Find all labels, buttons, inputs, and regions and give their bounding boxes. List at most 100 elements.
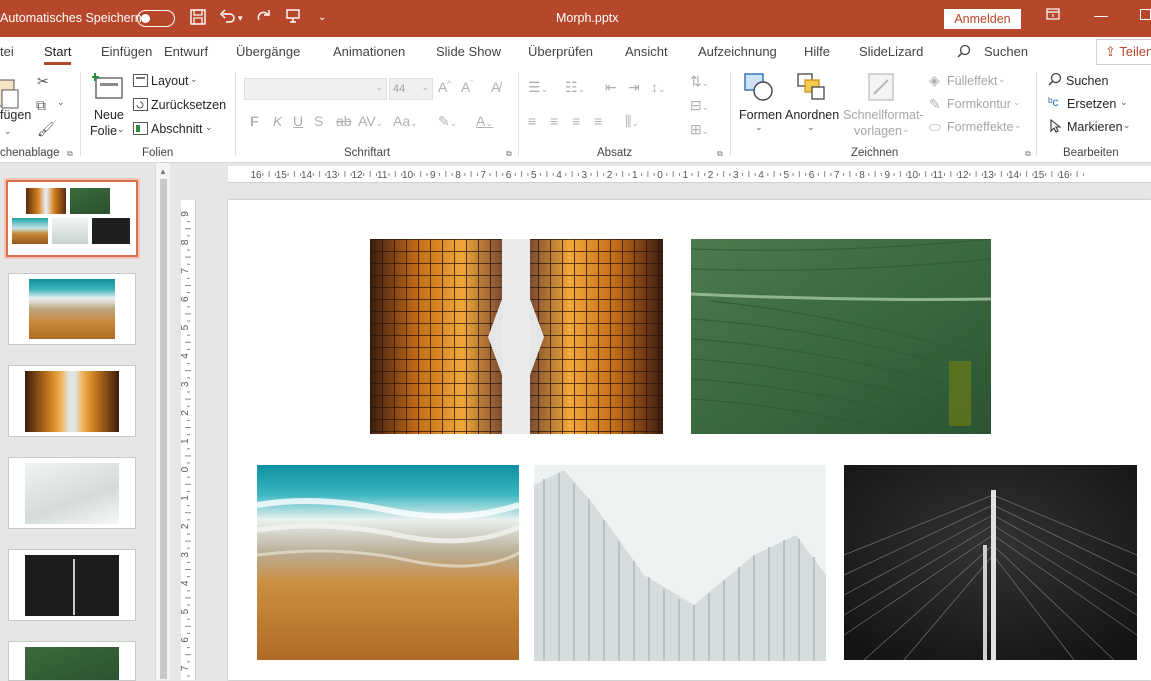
arrange-button[interactable]: Anordnen xyxy=(785,108,839,122)
shadow-icon[interactable]: S xyxy=(314,113,323,129)
align-center-icon[interactable]: ≡ xyxy=(550,113,558,129)
font-size-input[interactable]: 44 ⌄ xyxy=(389,78,433,100)
bold-icon[interactable]: F xyxy=(250,113,259,129)
quick-styles-icon[interactable] xyxy=(866,72,898,105)
italic-icon[interactable]: K xyxy=(273,113,282,129)
shapes-icon[interactable] xyxy=(743,72,775,105)
share-button[interactable]: ⇪ Teilen xyxy=(1096,39,1151,65)
new-slide-label-2[interactable]: Folie xyxy=(90,124,117,138)
search-label[interactable]: Suchen xyxy=(984,44,1028,59)
shapes-button[interactable]: Formen xyxy=(739,108,782,122)
new-slide-icon[interactable] xyxy=(91,72,124,105)
maximize-icon[interactable] xyxy=(1140,7,1151,23)
tab-start[interactable]: Start xyxy=(44,44,72,65)
tab-slideshow[interactable]: Slide Show xyxy=(436,44,501,59)
copy-icon[interactable]: ⧉ xyxy=(36,97,46,114)
slide-thumbnail-3[interactable] xyxy=(8,365,136,437)
select-icon[interactable] xyxy=(1049,118,1062,136)
copy-dropdown-icon[interactable]: ⌄ xyxy=(57,97,65,108)
slide-canvas[interactable] xyxy=(228,200,1151,680)
find-button[interactable]: Suchen xyxy=(1066,74,1108,88)
arrange-dropdown-icon[interactable]: ⌄ xyxy=(807,122,815,133)
redo-icon[interactable] xyxy=(256,8,272,30)
fill-icon[interactable]: ◈ xyxy=(929,72,940,89)
presentation-icon[interactable] xyxy=(285,8,301,30)
undo-icon[interactable] xyxy=(219,8,235,30)
new-slide-label[interactable]: Neue xyxy=(94,108,124,122)
fill-dropdown-icon[interactable]: ⌄ xyxy=(998,74,1006,85)
new-slide-dropdown-icon[interactable]: ⌄ xyxy=(117,124,125,135)
fill-button[interactable]: Fülleffekt xyxy=(947,74,998,88)
slide-thumbnail-6[interactable] xyxy=(8,641,136,681)
ribbon-display-icon[interactable] xyxy=(1046,7,1060,23)
replace-dropdown-icon[interactable]: ⌄ xyxy=(1120,97,1128,108)
shrink-font-icon[interactable]: Aˇ xyxy=(461,79,473,95)
image-bridge[interactable] xyxy=(844,465,1137,660)
quick-styles-dropdown-icon[interactable]: ⌄ xyxy=(902,124,910,135)
select-dropdown-icon[interactable]: ⌄ xyxy=(1123,120,1131,131)
save-icon[interactable] xyxy=(189,8,207,32)
image-beach[interactable] xyxy=(257,465,519,660)
grow-font-icon[interactable]: A^ xyxy=(438,79,451,95)
char-spacing-icon[interactable]: AV⌄ xyxy=(358,113,383,129)
layout-button[interactable]: Layout xyxy=(151,74,189,88)
outline-dropdown-icon[interactable]: ⌄ xyxy=(1013,97,1021,108)
quick-styles-label[interactable]: Schnellformat- xyxy=(843,108,924,122)
outline-button[interactable]: Formkontur xyxy=(947,97,1011,111)
tab-recording[interactable]: Aufzeichnung xyxy=(698,44,777,59)
font-name-dropdown-icon[interactable]: ⌄ xyxy=(375,82,383,93)
paste-label[interactable]: fügen xyxy=(0,108,31,122)
tab-design[interactable]: Entwurf xyxy=(164,44,208,59)
outline-icon[interactable]: ✎ xyxy=(929,96,941,113)
section-dropdown-icon[interactable]: ⌄ xyxy=(205,122,213,133)
thumbnail-scrollbar[interactable]: ▲ xyxy=(155,163,170,680)
tab-file[interactable]: tei xyxy=(0,44,14,59)
quick-styles-label-2[interactable]: vorlagen xyxy=(854,124,902,138)
scroll-up-icon[interactable]: ▲ xyxy=(159,167,167,176)
change-case-icon[interactable]: Aa⌄ xyxy=(393,113,418,129)
clipboard-launcher-icon[interactable]: ⧉ xyxy=(67,149,73,159)
replace-icon[interactable]: ᵇc xyxy=(1048,95,1059,109)
align-left-icon[interactable]: ≡ xyxy=(528,113,536,129)
paragraph-launcher-icon[interactable]: ⧉ xyxy=(717,149,723,159)
select-button[interactable]: Markieren xyxy=(1067,120,1123,134)
align-right-icon[interactable]: ≡ xyxy=(572,113,580,129)
autosave-toggle[interactable] xyxy=(137,10,175,27)
bullets-icon[interactable]: ☰⌄ xyxy=(528,79,548,96)
highlight-icon[interactable]: ✎⌄ xyxy=(438,113,457,130)
format-painter-icon[interactable]: 🖌 xyxy=(37,121,55,138)
effects-dropdown-icon[interactable]: ⌄ xyxy=(1014,120,1022,131)
numbering-icon[interactable]: ☷⌄ xyxy=(565,79,585,96)
signin-button[interactable]: Anmelden xyxy=(944,9,1021,29)
font-size-dropdown-icon[interactable]: ⌄ xyxy=(421,82,429,93)
section-button[interactable]: Abschnitt xyxy=(151,122,202,136)
minimize-icon[interactable]: — xyxy=(1094,7,1108,23)
section-icon[interactable] xyxy=(133,122,148,138)
image-leaf[interactable] xyxy=(691,239,991,434)
tab-help[interactable]: Hilfe xyxy=(804,44,830,59)
paste-dropdown-icon[interactable]: ⌄ xyxy=(4,126,12,137)
slide-thumbnail-5[interactable] xyxy=(8,549,136,621)
smartart-icon[interactable]: ⊞⌄ xyxy=(690,121,709,138)
underline-icon[interactable]: U xyxy=(293,113,303,129)
tab-slidelizard[interactable]: SlideLizard xyxy=(859,44,923,59)
cut-icon[interactable]: ✂ xyxy=(37,73,49,90)
clear-formatting-icon[interactable]: A̸ xyxy=(491,79,500,95)
tab-transitions[interactable]: Übergänge xyxy=(236,44,300,59)
tab-insert[interactable]: Einfügen xyxy=(101,44,152,59)
slide-thumbnail-2[interactable] xyxy=(8,273,136,345)
customize-qat-icon[interactable]: ⌄ xyxy=(318,8,326,28)
arrange-icon[interactable] xyxy=(796,72,828,105)
reset-button[interactable]: Zurücksetzen xyxy=(151,98,226,112)
undo-dropdown-icon[interactable]: ▾ xyxy=(238,8,243,28)
search-icon[interactable] xyxy=(957,44,971,61)
image-buildings[interactable] xyxy=(370,239,663,434)
slide-thumbnail-4[interactable] xyxy=(8,457,136,529)
slide-thumbnail-1[interactable] xyxy=(4,178,140,259)
line-spacing-icon[interactable]: ↕⌄ xyxy=(651,79,666,95)
justify-icon[interactable]: ≡ xyxy=(594,113,602,129)
tab-view[interactable]: Ansicht xyxy=(625,44,668,59)
shapes-dropdown-icon[interactable]: ⌄ xyxy=(755,122,763,133)
font-color-icon[interactable]: A⌄ xyxy=(476,113,493,129)
scrollbar-thumb[interactable] xyxy=(160,179,167,679)
